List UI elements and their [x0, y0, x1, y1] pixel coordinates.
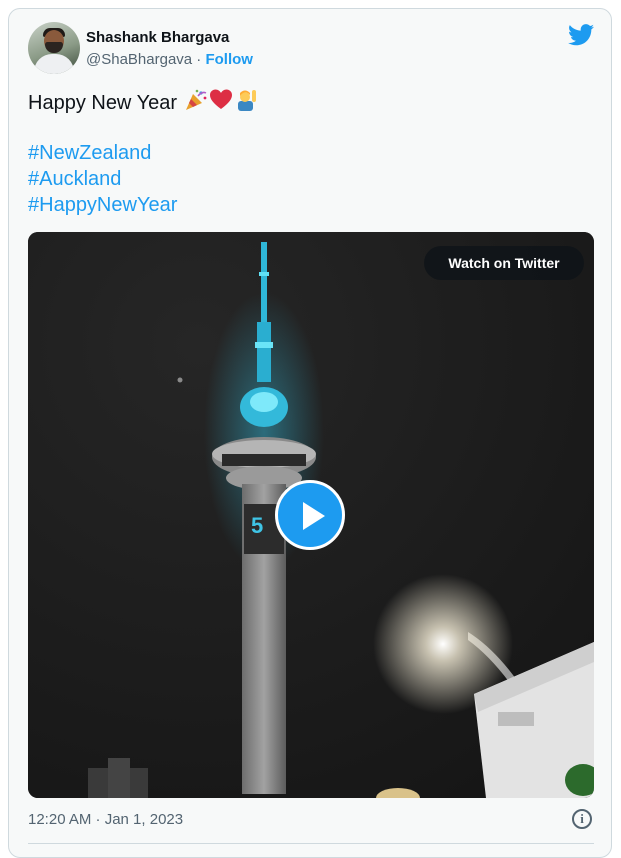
video-player[interactable]: 5 Watch on Twitter — [28, 232, 594, 798]
party-popper-icon — [185, 89, 206, 110]
tweet-text-line: Happy New Year — [28, 88, 258, 114]
tweet-message: Happy New Year — [28, 92, 177, 114]
author-handle[interactable]: @ShaBhargava — [86, 51, 192, 68]
hashtag-link[interactable]: #NewZealand — [28, 140, 258, 166]
avatar-beard — [45, 42, 63, 53]
author-name[interactable]: Shashank Bhargava — [86, 29, 229, 46]
handle-separator: · — [192, 51, 206, 68]
footer-divider — [28, 843, 594, 844]
tweet-timestamp[interactable]: 12:20 AM · Jan 1, 2023 — [28, 811, 183, 828]
watch-on-twitter-button[interactable]: Watch on Twitter — [424, 246, 584, 280]
play-icon — [303, 502, 325, 530]
hashtag-link[interactable]: #Auckland — [28, 166, 258, 192]
red-heart-icon — [209, 89, 232, 109]
person-raising-hand-icon — [237, 90, 256, 111]
hashtag-link[interactable]: #HappyNewYear — [28, 192, 258, 218]
twitter-bird-icon[interactable] — [568, 24, 594, 46]
avatar[interactable] — [28, 22, 80, 74]
follow-button[interactable]: Follow — [205, 51, 253, 68]
tweet-text: Happy New Year #NewZealand #Auckland #Ha… — [28, 88, 258, 218]
countdown-text: 5 — [251, 513, 263, 538]
play-button[interactable] — [275, 480, 345, 550]
info-icon[interactable]: i — [572, 809, 592, 829]
avatar-shirt — [34, 54, 74, 74]
author-handle-line: @ShaBhargava · Follow — [86, 51, 253, 68]
